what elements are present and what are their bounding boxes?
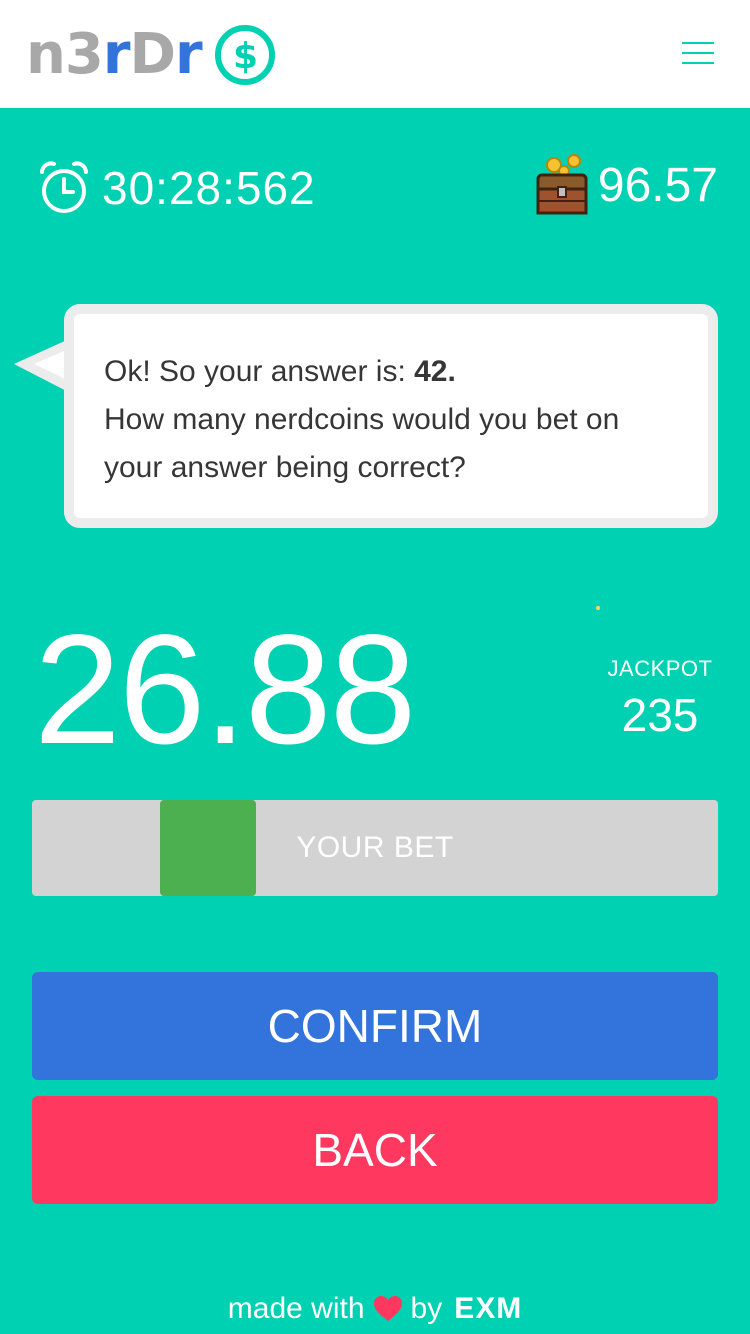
bet-slider[interactable]: YOUR BET: [32, 800, 718, 896]
bubble-message: Ok! So your answer is: 42. How many nerd…: [104, 348, 684, 492]
bet-amount: 26.88: [34, 603, 416, 777]
bubble-answer-value: 42.: [414, 355, 456, 388]
app-header: n3 r Dr $: [0, 0, 750, 108]
logo-text-r: r: [102, 22, 131, 87]
svg-text:$: $: [233, 36, 257, 77]
exm-logo[interactable]: EXM: [454, 1292, 522, 1326]
footer: made with by EXM: [0, 1284, 750, 1334]
speech-bubble-body: Ok! So your answer is: 42. How many nerd…: [64, 304, 718, 528]
bubble-question: How many nerdcoins would you bet on your…: [104, 403, 620, 484]
jackpot-label: JACKPOT: [607, 656, 713, 681]
app-logo[interactable]: n3 r Dr $: [26, 22, 276, 88]
back-button[interactable]: BACK: [32, 1096, 718, 1204]
logo-text-d: D: [129, 22, 175, 87]
alarm-clock-icon: [40, 161, 88, 213]
bet-slider-thumb[interactable]: [160, 800, 256, 896]
confirm-button[interactable]: CONFIRM: [32, 972, 718, 1080]
treasure-chest-icon: [536, 154, 588, 215]
timer-value: 30:28:562: [102, 162, 316, 214]
bet-slider-label: YOUR BET: [296, 831, 454, 864]
logo-text-r2: r: [174, 22, 203, 87]
balance-value: 96.57: [597, 158, 718, 212]
footer-by: by: [410, 1292, 443, 1325]
decorative-dot: [596, 606, 600, 610]
bubble-answer-prefix: Ok! So your answer is:: [104, 355, 415, 388]
dollar-coin-icon: $: [214, 25, 275, 85]
jackpot: JACKPOT 235: [600, 656, 720, 742]
heart-icon: [373, 1296, 402, 1321]
jackpot-value: 235: [621, 689, 699, 741]
logo-text-n3: n3: [26, 22, 104, 87]
countdown-timer: 30:28:562: [38, 156, 316, 220]
footer-made-with: made with: [227, 1292, 365, 1325]
hamburger-menu-icon[interactable]: [674, 36, 722, 70]
coin-balance: 96.57: [534, 150, 718, 220]
